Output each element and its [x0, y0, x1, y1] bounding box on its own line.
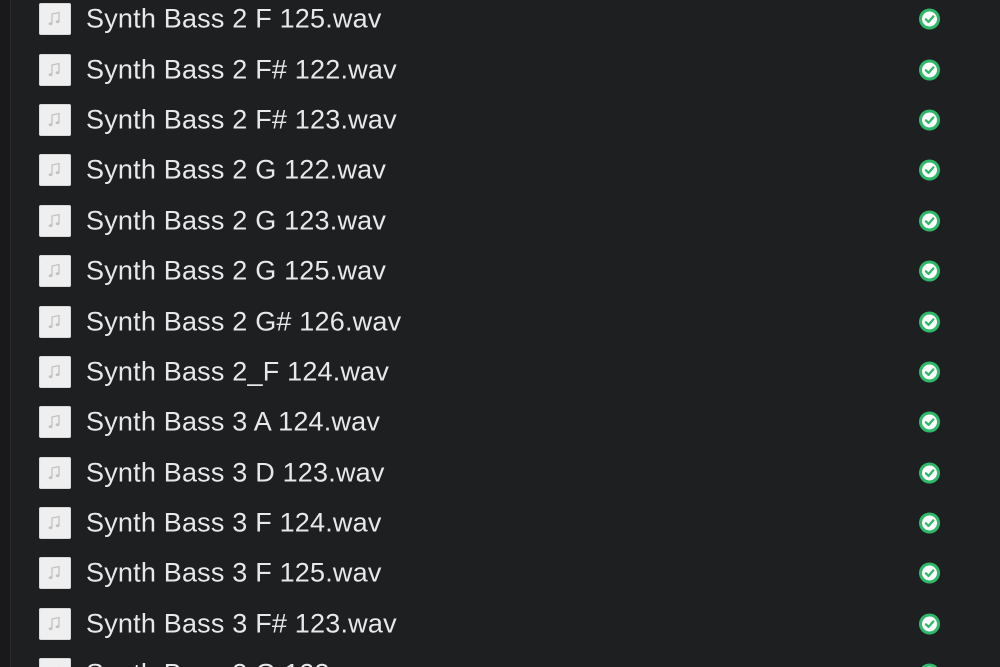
file-name: Synth Bass 3 F 125.wav [86, 557, 382, 588]
file-row[interactable]: Synth Bass 3 F 124.wav [0, 498, 1000, 548]
synced-check-icon [918, 562, 941, 585]
audio-file-icon [39, 355, 71, 388]
file-row[interactable]: Synth Bass 2 F# 123.wav [0, 95, 1000, 145]
file-name: Synth Bass 3 G 123.wav [86, 659, 386, 667]
file-name: Synth Bass 2 G 122.wav [86, 154, 387, 185]
file-name: Synth Bass 3 D 123.wav [86, 457, 385, 488]
audio-file-icon [39, 154, 71, 187]
file-row[interactable]: Synth Bass 2 G# 126.wav [0, 296, 1000, 346]
file-list: Synth Bass 2 F 125.wav Synth Bass 2 F# 1… [0, 0, 1000, 667]
file-row[interactable]: Synth Bass 2 G 122.wav [0, 145, 1000, 195]
file-name: Synth Bass 2 G 123.wav [86, 205, 387, 236]
audio-file-icon [39, 103, 71, 136]
file-row[interactable]: Synth Bass 3 A 124.wav [0, 397, 1000, 447]
synced-check-icon [918, 411, 941, 433]
audio-file-icon [39, 305, 71, 338]
file-row[interactable]: Synth Bass 3 G 123.wav [0, 649, 1000, 667]
file-name: Synth Bass 2_F 124.wav [86, 356, 390, 387]
file-row[interactable]: Synth Bass 2 G 123.wav [0, 196, 1000, 246]
file-row[interactable]: Synth Bass 2_F 124.wav [0, 347, 1000, 397]
synced-check-icon [918, 8, 941, 30]
file-row[interactable]: Synth Bass 3 F# 123.wav [0, 599, 1000, 649]
audio-file-icon [39, 557, 71, 590]
synced-check-icon [918, 310, 941, 333]
synced-check-icon [918, 210, 941, 232]
file-row[interactable]: Synth Bass 2 F 125.wav [0, 0, 1000, 44]
file-name: Synth Bass 2 G# 126.wav [86, 306, 402, 337]
audio-file-icon [39, 406, 71, 439]
audio-file-icon [39, 456, 71, 489]
audio-file-icon [39, 204, 71, 237]
file-name: Synth Bass 3 F# 123.wav [86, 608, 397, 639]
file-row[interactable]: Synth Bass 2 F# 122.wav [0, 44, 1000, 94]
synced-check-icon [918, 59, 941, 81]
file-name: Synth Bass 3 F 124.wav [86, 507, 382, 538]
synced-check-icon [918, 109, 941, 131]
file-name: Synth Bass 2 F 125.wav [86, 3, 382, 34]
audio-file-icon [39, 658, 71, 667]
audio-file-icon [39, 507, 71, 540]
file-name: Synth Bass 2 F# 122.wav [86, 54, 397, 85]
audio-file-icon [39, 53, 71, 86]
audio-file-icon [39, 3, 71, 36]
synced-check-icon [918, 613, 941, 635]
synced-check-icon [918, 260, 941, 282]
synced-check-icon [918, 361, 941, 383]
audio-file-icon [39, 255, 71, 288]
synced-check-icon [921, 663, 938, 667]
file-name: Synth Bass 3 A 124.wav [86, 406, 381, 437]
audio-file-icon [39, 607, 71, 640]
file-row[interactable]: Synth Bass 3 F 125.wav [0, 548, 1000, 598]
synced-check-icon [918, 462, 941, 484]
file-row[interactable]: Synth Bass 3 D 123.wav [0, 448, 1000, 498]
synced-check-icon [918, 159, 941, 181]
synced-check-icon [918, 512, 941, 534]
file-row[interactable]: Synth Bass 2 G 125.wav [0, 246, 1000, 296]
file-name: Synth Bass 2 F# 123.wav [86, 104, 397, 135]
file-name: Synth Bass 2 G 125.wav [86, 255, 387, 286]
